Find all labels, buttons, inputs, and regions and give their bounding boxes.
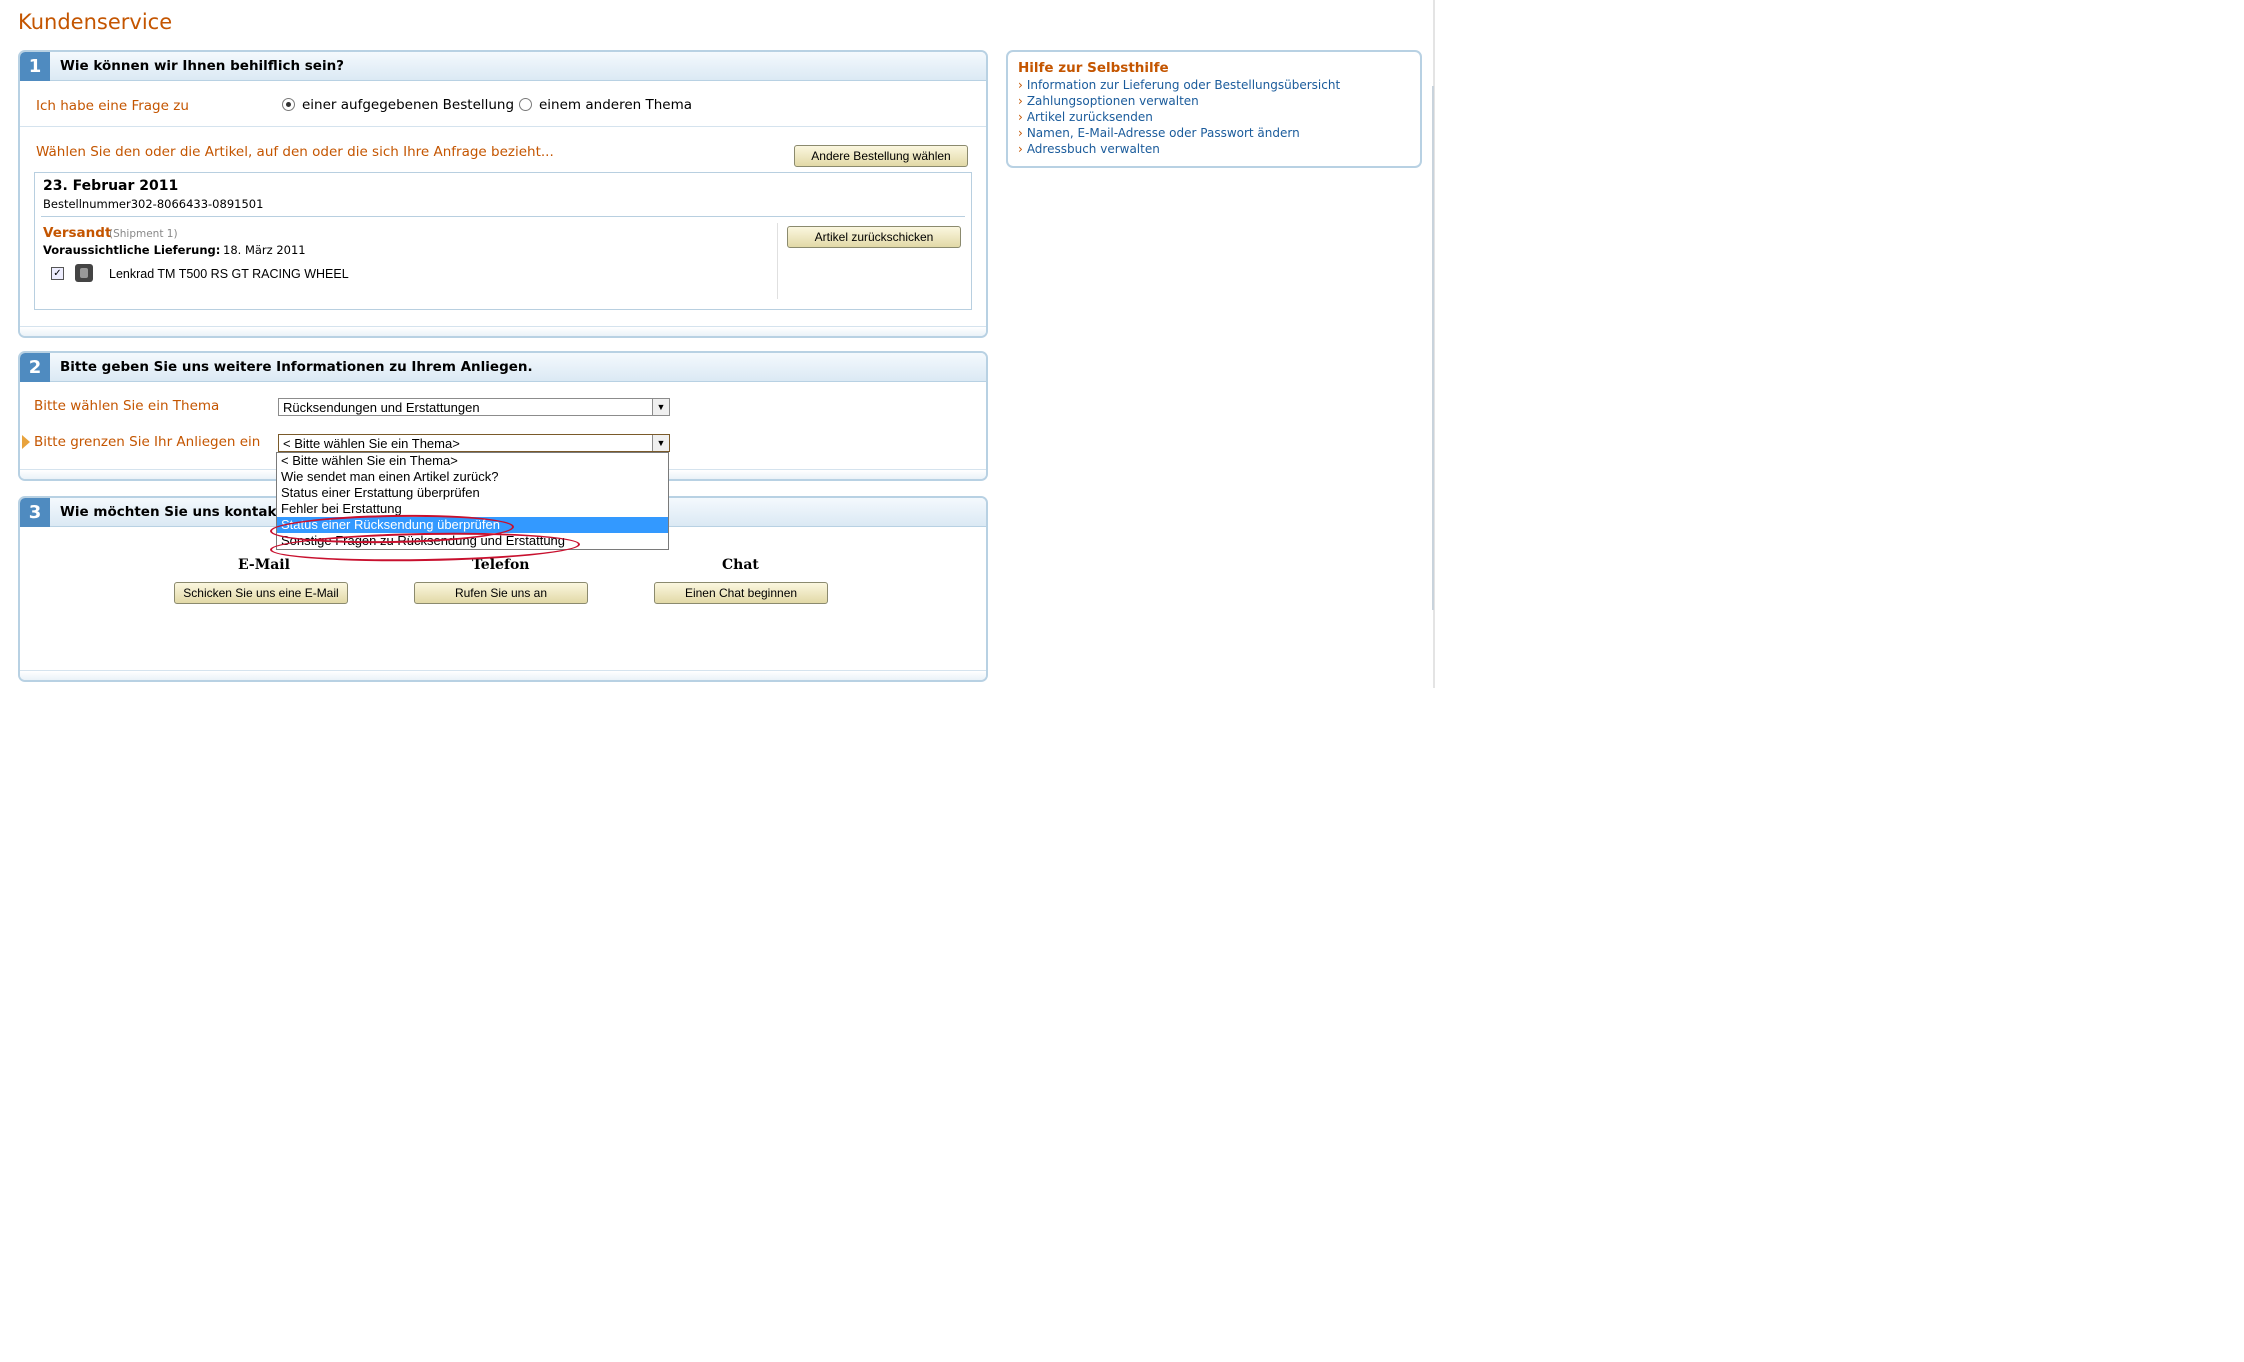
help-link-label[interactable]: Information zur Lieferung oder Bestellun… [1027,78,1340,92]
order-number: Bestellnummer302-8066433-0891501 [43,197,264,211]
step-badge-1: 1 [20,52,50,81]
caret-right-icon: › [1018,94,1023,108]
delivery-label: Voraussichtliche Lieferung: [43,243,221,257]
narrow-select-value: < Bitte wählen Sie ein Thema> [283,436,460,451]
chevron-down-icon[interactable]: ▼ [652,399,669,415]
caret-right-icon: › [1018,142,1023,156]
section-2-title: Bitte geben Sie uns weitere Informatione… [60,359,533,375]
step-badge-3: 3 [20,498,50,527]
help-link-delivery[interactable]: › Information zur Lieferung oder Bestellu… [1018,78,1340,92]
order-date: 23. Februar 2011 [43,178,179,194]
step-badge-2: 2 [20,353,50,382]
topic-select[interactable]: Rücksendungen und Erstattungen ▼ [278,398,670,416]
delivery-date: 18. März 2011 [223,243,306,257]
section-1-box: 1 Wie können wir Ihnen behilflich sein? … [18,50,988,338]
phone-title: Telefon [472,557,530,573]
scrollbar-track[interactable] [1432,86,1434,610]
other-order-button[interactable]: Andere Bestellung wählen [794,145,968,167]
arrow-indicator-icon [22,435,30,449]
self-help-box: Hilfe zur Selbsthilfe › Information zur L… [1006,50,1422,168]
caret-right-icon: › [1018,126,1023,140]
dropdown-option[interactable]: Fehler bei Erstattung [277,501,668,517]
item-name: Lenkrad TM T500 RS GT RACING WHEEL [109,267,349,281]
separator [20,126,986,127]
chevron-down-icon[interactable]: ▼ [652,435,669,451]
product-thumbnail [75,264,93,282]
help-link-account[interactable]: › Namen, E-Mail-Adresse oder Passwort änd… [1018,126,1300,140]
email-button[interactable]: Schicken Sie uns eine E-Mail [174,582,348,604]
item-checkbox[interactable]: ✓ [51,267,64,280]
section-1-footer [20,326,986,336]
section-2-header: 2 Bitte geben Sie uns weitere Informatio… [20,353,986,382]
order-panel: 23. Februar 2011 Bestellnummer302-806643… [34,172,972,310]
select-items-label: Wählen Sie den oder die Artikel, auf den… [36,144,554,160]
return-item-button[interactable]: Artikel zurückschicken [787,226,961,248]
section-1-header: 1 Wie können wir Ihnen behilflich sein? [20,52,986,81]
email-title: E-Mail [238,557,290,573]
section-3-footer [20,670,986,680]
radio-order[interactable] [282,98,295,111]
section-1-title: Wie können wir Ihnen behilflich sein? [60,58,345,74]
narrow-select[interactable]: < Bitte wählen Sie ein Thema> ▼ [278,434,670,452]
self-help-title: Hilfe zur Selbsthilfe [1018,60,1169,76]
help-link-payment[interactable]: › Zahlungsoptionen verwalten [1018,94,1199,108]
radio-other-topic[interactable] [519,98,532,111]
phone-button[interactable]: Rufen Sie uns an [414,582,588,604]
help-link-label[interactable]: Zahlungsoptionen verwalten [1027,94,1199,108]
topic-select-value: Rücksendungen und Erstattungen [283,400,480,415]
help-link-address-book[interactable]: › Adressbuch verwalten [1018,142,1160,156]
radio-other-topic-label[interactable]: einem anderen Thema [539,97,692,113]
chat-title: Chat [722,557,759,573]
shipment-label: (Shipment 1) [109,228,178,240]
help-link-label[interactable]: Adressbuch verwalten [1027,142,1160,156]
item-column-divider [777,223,778,299]
order-separator [41,216,965,217]
shipped-status: Versandt [43,225,112,241]
help-link-label[interactable]: Namen, E-Mail-Adresse oder Passwort ände… [1027,126,1300,140]
topic-label: Bitte wählen Sie ein Thema [34,398,220,414]
chat-button[interactable]: Einen Chat beginnen [654,582,828,604]
help-link-return[interactable]: › Artikel zurücksenden [1018,110,1153,124]
question-label: Ich habe eine Frage zu [36,98,189,114]
dropdown-option[interactable]: Status einer Erstattung überprüfen [277,485,668,501]
page-title: Kundenservice [18,10,173,34]
caret-right-icon: › [1018,78,1023,92]
narrow-label: Bitte grenzen Sie Ihr Anliegen ein [34,434,261,450]
help-link-label[interactable]: Artikel zurücksenden [1027,110,1153,124]
caret-right-icon: › [1018,110,1023,124]
radio-order-label[interactable]: einer aufgegebenen Bestellung [302,97,514,113]
dropdown-option[interactable]: Wie sendet man einen Artikel zurück? [277,469,668,485]
dropdown-option[interactable]: < Bitte wählen Sie ein Thema> [277,453,668,469]
